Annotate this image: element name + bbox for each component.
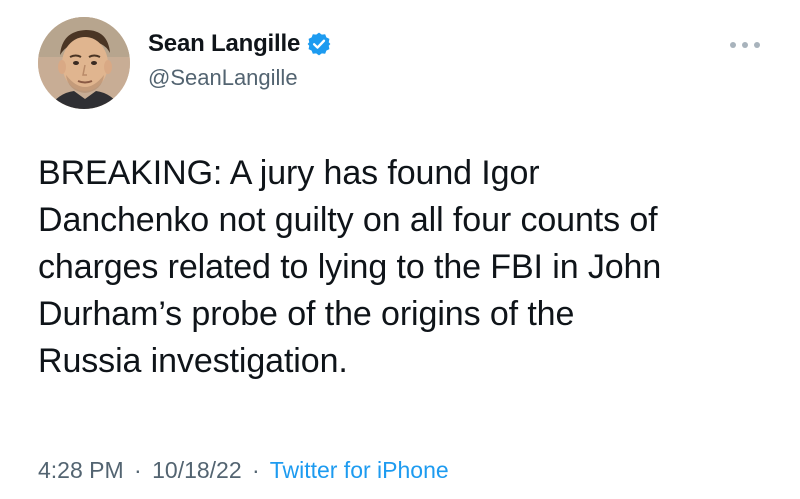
meta-separator: · [252,457,260,483]
verified-badge-icon [306,31,332,57]
more-options-icon[interactable] [728,38,762,50]
tweet-text-line: Danchenko not guilty on all four counts … [38,201,658,239]
tweet-text-line: Russia investigation. [38,342,348,380]
tweet-metadata: 4:28 PM · 10/18/22 · Twitter for iPhone [38,455,449,485]
tweet-source-link[interactable]: Twitter for iPhone [270,457,449,483]
author-name-row: Sean Langille [148,30,332,58]
tweet-text: BREAKING: A jury has found Igor Danchenk… [38,150,778,385]
tweet-text-line: BREAKING: A jury has found Igor [38,154,540,192]
tweet-text-line: charges related to lying to the FBI in J… [38,248,662,286]
tweet-card: Sean Langille @SeanLangille BREAKING: A … [0,0,800,499]
author-handle[interactable]: @SeanLangille [148,64,298,92]
avatar[interactable] [38,17,130,109]
author-display-name[interactable]: Sean Langille [148,30,300,58]
tweet-date[interactable]: 10/18/22 [152,457,242,483]
tweet-time[interactable]: 4:28 PM [38,457,124,483]
meta-separator: · [134,457,142,483]
tweet-text-line: Durham’s probe of the origins of the [38,295,575,333]
